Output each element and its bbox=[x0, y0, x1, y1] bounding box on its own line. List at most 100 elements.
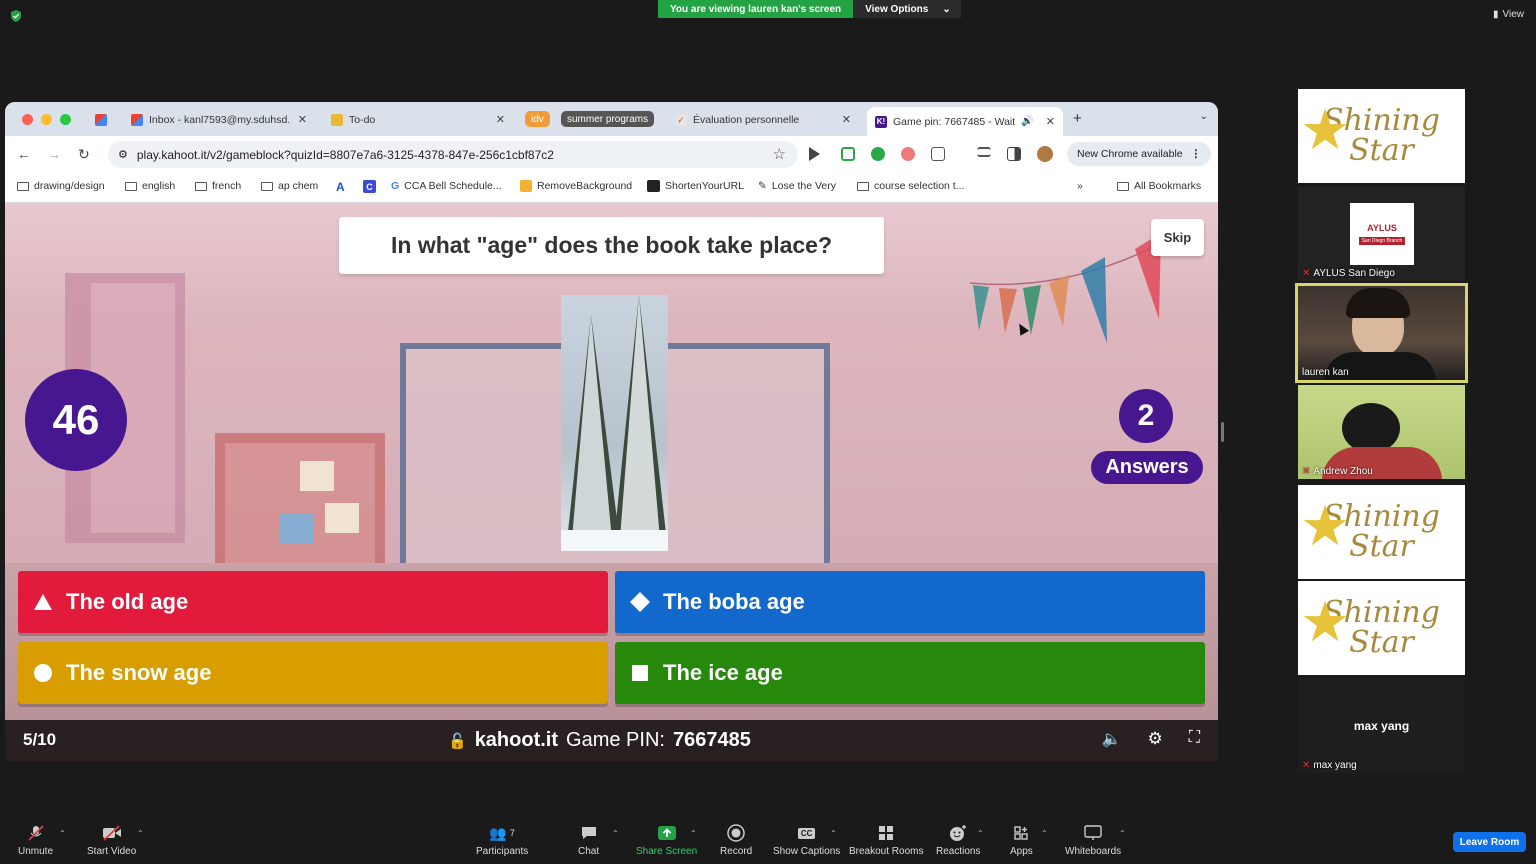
close-tab-icon[interactable]: ✕ bbox=[1046, 115, 1055, 128]
bookmark-drawing-design[interactable]: drawing/design bbox=[17, 180, 105, 192]
bookmark-ap-chem[interactable]: ap chem bbox=[261, 180, 318, 192]
chevron-up-icon[interactable]: ⌃ bbox=[1119, 829, 1126, 838]
tab-inbox[interactable]: Inbox - kanl7593@my.sduhsd.net ✕ bbox=[123, 107, 315, 132]
share-screen-icon bbox=[657, 824, 677, 842]
participants-button[interactable]: 👥 7 Participants bbox=[476, 824, 528, 858]
answer-option-yellow[interactable]: The snow age bbox=[18, 642, 608, 704]
reading-list-icon[interactable] bbox=[977, 147, 991, 157]
tab-search-icon[interactable]: ⌄ bbox=[1200, 111, 1208, 122]
toolbar-label: Unmute bbox=[18, 846, 54, 857]
split-resize-handle[interactable] bbox=[1221, 422, 1224, 442]
bookmark-course-selection[interactable]: course selection t... bbox=[857, 180, 964, 192]
chevron-up-icon[interactable]: ⌃ bbox=[977, 829, 984, 838]
translate-extension-icon[interactable] bbox=[841, 147, 855, 161]
new-chrome-available-button[interactable]: New Chrome available ⋮ bbox=[1067, 142, 1212, 166]
all-bookmarks[interactable]: All Bookmarks bbox=[1117, 180, 1201, 192]
profile-avatar[interactable] bbox=[1037, 146, 1053, 162]
all-bookmarks-label: All Bookmarks bbox=[1134, 180, 1202, 192]
chevron-up-icon[interactable]: ⌃ bbox=[612, 829, 619, 838]
chevron-up-icon[interactable]: ⌃ bbox=[59, 829, 66, 838]
participant-tile-max-yang[interactable]: max yang ✕ max yang bbox=[1298, 679, 1465, 773]
kebab-menu-icon[interactable]: ⋮ bbox=[1191, 148, 1202, 160]
fullscreen-icon[interactable]: ⛶ bbox=[1189, 729, 1200, 749]
answer-option-green[interactable]: The ice age bbox=[615, 642, 1205, 704]
bookmark-english[interactable]: english bbox=[125, 180, 175, 192]
bookmark-star-icon[interactable]: ☆ bbox=[773, 145, 786, 163]
close-window-icon[interactable] bbox=[22, 114, 33, 125]
red-extension-icon[interactable] bbox=[901, 147, 915, 161]
leave-room-button[interactable]: Leave Room bbox=[1453, 832, 1526, 852]
reload-icon[interactable]: ↻ bbox=[78, 146, 90, 163]
bookmark-font[interactable]: A bbox=[336, 180, 345, 194]
tab-kahoot-active[interactable]: K! Game pin: 7667485 - Waiting 🔊 ✕ bbox=[867, 107, 1063, 136]
answer-option-blue[interactable]: The boba age bbox=[615, 571, 1205, 633]
bookmark-lose-the-very[interactable]: ✎ Lose the Very bbox=[758, 180, 836, 192]
tab-group-idv[interactable]: idv bbox=[525, 111, 550, 127]
toolbar-label: Whiteboards bbox=[1065, 846, 1122, 857]
breakout-rooms-button[interactable]: Breakout Rooms bbox=[849, 824, 923, 857]
tab-group-summer-programs[interactable]: summer programs bbox=[561, 111, 655, 127]
tab-todo[interactable]: To-do ✕ bbox=[323, 107, 513, 132]
shield-icon[interactable] bbox=[9, 9, 23, 23]
more-bookmarks-icon[interactable]: » bbox=[1077, 180, 1083, 192]
volume-icon[interactable]: 🔈 bbox=[1102, 729, 1122, 749]
chevron-up-icon[interactable]: ⌃ bbox=[137, 829, 144, 838]
triangle-icon bbox=[32, 591, 54, 613]
participant-tile-shining-star-3[interactable]: Shining Star ★ bbox=[1298, 581, 1465, 675]
participant-tile-lauren-kan[interactable]: lauren kan bbox=[1295, 283, 1468, 383]
view-button[interactable]: ▮ View bbox=[1493, 9, 1524, 20]
close-tab-icon[interactable]: ✕ bbox=[298, 113, 307, 126]
chevron-up-icon[interactable]: ⌃ bbox=[1041, 829, 1048, 838]
back-icon[interactable]: ← bbox=[17, 146, 31, 162]
folder-icon bbox=[1117, 181, 1129, 191]
bookmark-french[interactable]: french bbox=[195, 180, 241, 192]
evernote-extension-icon[interactable] bbox=[871, 147, 885, 161]
smiley-plus-icon bbox=[948, 824, 968, 842]
new-tab-button[interactable]: + bbox=[1073, 110, 1082, 127]
site-info-icon[interactable]: ⚙ bbox=[118, 148, 128, 161]
unmute-button[interactable]: Unmute bbox=[18, 824, 53, 857]
tab-gmail-pinned[interactable] bbox=[87, 107, 119, 132]
share-screen-button[interactable]: Share Screen bbox=[636, 824, 697, 857]
participant-tile-aylus[interactable]: AYLUS San Diego Branch ✕ AYLUS San Diego bbox=[1298, 187, 1465, 281]
settings-gear-icon[interactable]: ⚙ bbox=[1148, 729, 1163, 749]
answer-text: The ice age bbox=[663, 660, 783, 685]
chevron-up-icon[interactable]: ⌃ bbox=[830, 829, 837, 838]
bookmark-removebackground[interactable]: RemoveBackground bbox=[520, 180, 632, 192]
cursor-extension-icon[interactable] bbox=[809, 147, 820, 161]
forward-icon[interactable]: → bbox=[47, 146, 61, 162]
browser-toolbar: ← → ↻ ⚙ play.kahoot.it/v2/gameblock?quiz… bbox=[5, 136, 1218, 172]
minimize-window-icon[interactable] bbox=[41, 114, 52, 125]
answer-text: The snow age bbox=[66, 660, 212, 685]
apps-button[interactable]: Apps bbox=[1010, 824, 1033, 857]
bookmark-cca-bell-schedule[interactable]: G CCA Bell Schedule... bbox=[391, 180, 502, 192]
close-tab-icon[interactable]: ✕ bbox=[842, 113, 851, 126]
view-button-label: View bbox=[1502, 9, 1525, 20]
answer-option-red[interactable]: The old age bbox=[18, 571, 608, 633]
view-options-button[interactable]: View Options ⌄ bbox=[853, 0, 961, 18]
maximize-window-icon[interactable] bbox=[60, 114, 71, 125]
bookmark-label: Lose the Very bbox=[771, 180, 837, 192]
bookmark-label: RemoveBackground bbox=[537, 180, 633, 192]
side-panel-icon[interactable] bbox=[1007, 147, 1021, 161]
close-tab-icon[interactable]: ✕ bbox=[496, 113, 505, 126]
extensions-puzzle-icon[interactable] bbox=[931, 147, 945, 161]
bookmark-shortenyoururl[interactable]: ShortenYourURL bbox=[647, 180, 744, 192]
participant-tile-shining-star-2[interactable]: Shining Star ★ bbox=[1298, 485, 1465, 579]
skip-button[interactable]: Skip bbox=[1151, 219, 1204, 256]
record-button[interactable]: Record bbox=[720, 824, 752, 857]
participant-tile-andrew-zhou[interactable]: ✕ Andrew Zhou bbox=[1298, 385, 1465, 479]
chat-button[interactable]: Chat bbox=[578, 824, 599, 857]
bookmark-c[interactable]: C bbox=[363, 180, 376, 193]
chevron-up-icon[interactable]: ⌃ bbox=[690, 829, 697, 838]
tab-evaluation[interactable]: ✓ Évaluation personnelle ✕ bbox=[667, 107, 859, 132]
speaker-icon[interactable]: 🔊 bbox=[1021, 116, 1033, 127]
aylus-logo-text: AYLUS bbox=[1367, 223, 1397, 233]
participant-tile-shining-star-1[interactable]: Shining Star ★ bbox=[1298, 89, 1465, 183]
whiteboards-button[interactable]: Whiteboards bbox=[1065, 824, 1121, 857]
question-progress: 5/10 bbox=[23, 730, 57, 749]
start-video-button[interactable]: Start Video bbox=[87, 824, 136, 857]
reactions-button[interactable]: Reactions bbox=[936, 824, 980, 857]
bookmark-label: english bbox=[142, 180, 176, 192]
address-bar[interactable]: ⚙ play.kahoot.it/v2/gameblock?quizId=880… bbox=[108, 141, 798, 168]
